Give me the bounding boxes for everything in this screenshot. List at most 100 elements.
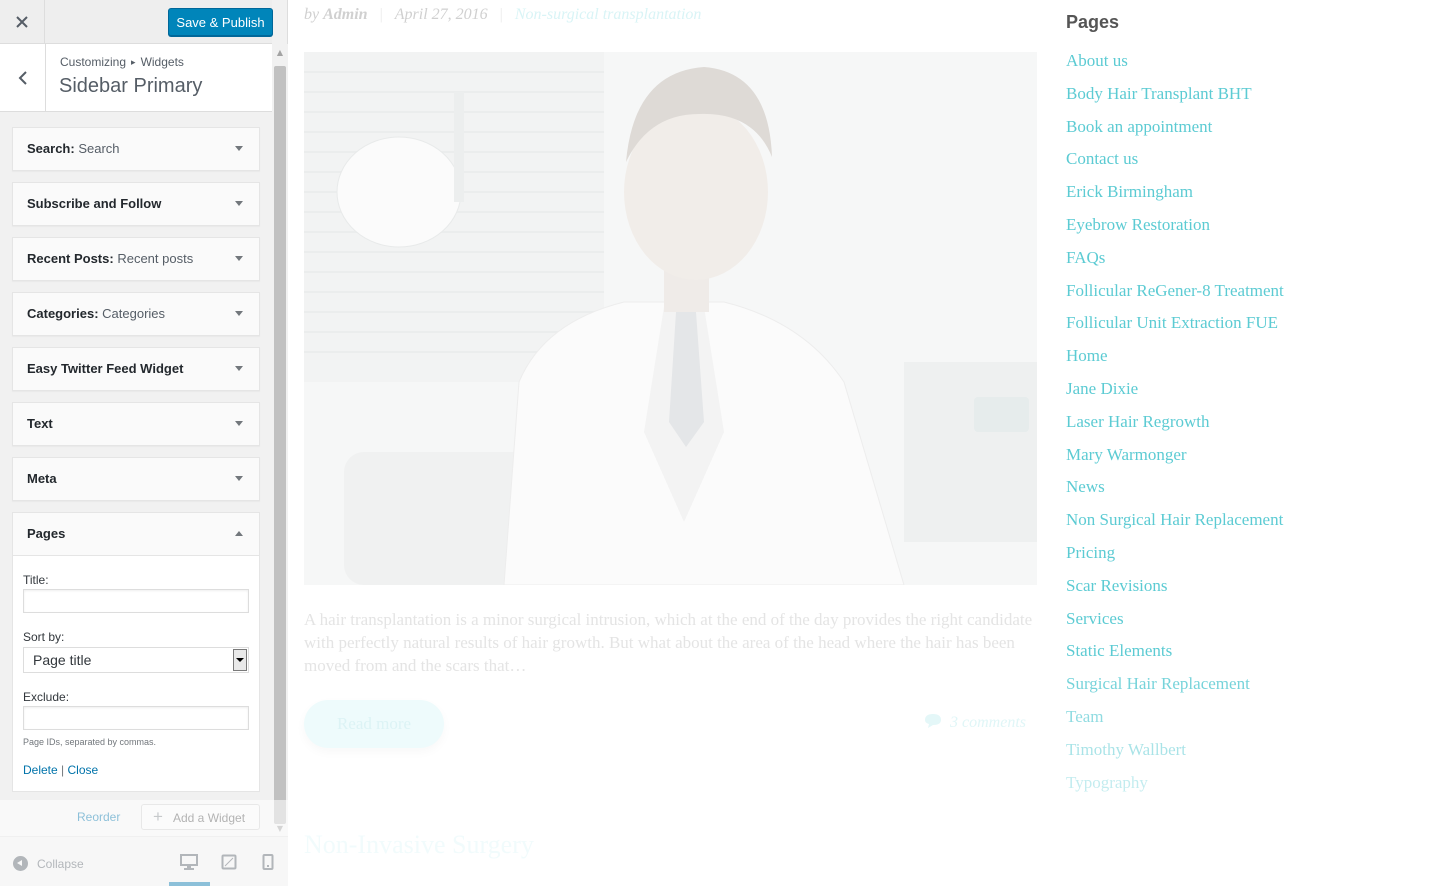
meta-by: by xyxy=(304,6,320,23)
mobile-preview-button[interactable] xyxy=(262,854,282,872)
sort-by-value: Page title xyxy=(33,652,92,668)
add-widget-label: Add a Widget xyxy=(173,811,246,825)
sidebar-page-link[interactable]: Scar Revisions xyxy=(1066,575,1284,608)
post-excerpt: A hair transplantation is a minor surgic… xyxy=(304,610,1033,675)
widget-subtitle: Search xyxy=(78,141,120,156)
panel-scrollbar[interactable]: ▲ ▼ xyxy=(272,44,288,836)
expand-arrow-icon[interactable] xyxy=(235,311,243,316)
reorder-link[interactable]: Reorder xyxy=(77,810,120,824)
scroll-down-arrow[interactable]: ▼ xyxy=(272,820,288,836)
sort-by-label: Sort by: xyxy=(23,630,65,644)
widget-meta[interactable]: Meta xyxy=(12,457,260,501)
widget-search[interactable]: Search: Search xyxy=(12,127,260,171)
sidebar-page-link[interactable]: Body Hair Transplant BHT xyxy=(1066,83,1284,116)
close-customizer-button[interactable] xyxy=(0,0,45,44)
close-link[interactable]: Close xyxy=(68,763,99,777)
next-post-title[interactable]: Non-Invasive Surgery xyxy=(304,830,534,860)
widget-name: Easy Twitter Feed Widget xyxy=(27,361,184,376)
section-title: Sidebar Primary xyxy=(59,75,203,97)
sidebar-page-link[interactable]: Mary Warmonger xyxy=(1066,444,1284,477)
sidebar-page-link[interactable]: Timothy Wallbert xyxy=(1066,739,1284,772)
post-featured-image[interactable] xyxy=(304,52,1037,585)
sidebar-page-link[interactable]: FAQs xyxy=(1066,247,1284,280)
widget-subtitle: Categories xyxy=(102,306,166,321)
dropdown-arrow-icon[interactable] xyxy=(233,649,247,671)
sidebar-page-link[interactable]: Pricing xyxy=(1066,542,1284,575)
sidebar-page-link[interactable]: Follicular Unit Extraction FUE xyxy=(1066,312,1284,345)
sidebar-page-link[interactable]: Surgical Hair Replacement xyxy=(1066,673,1284,706)
comments-link[interactable]: 3 comments xyxy=(924,713,1026,732)
sidebar-pages-title: Pages xyxy=(1066,12,1120,32)
breadcrumb-root: Customizing xyxy=(60,55,127,69)
widget-pages-header[interactable]: Pages xyxy=(13,513,259,556)
sidebar-page-link[interactable]: About us xyxy=(1066,50,1284,83)
scroll-thumb[interactable] xyxy=(274,66,286,824)
desktop-preview-button[interactable] xyxy=(180,854,200,872)
exclude-label: Exclude: xyxy=(23,690,70,704)
close-icon xyxy=(16,16,28,28)
save-publish-button[interactable]: Save & Publish xyxy=(168,8,273,36)
tablet-preview-button[interactable] xyxy=(221,854,241,872)
tablet-icon xyxy=(221,854,237,870)
mobile-icon xyxy=(262,854,274,870)
add-widget-button[interactable]: + Add a Widget xyxy=(141,804,260,830)
comments-count: 3 comments xyxy=(950,714,1026,731)
widget-subtitle: Recent posts xyxy=(117,251,194,266)
sidebar-page-link[interactable]: Eyebrow Restoration xyxy=(1066,214,1284,247)
read-more-button[interactable]: Read more xyxy=(304,700,444,748)
title-input[interactable] xyxy=(23,589,249,613)
expand-arrow-icon[interactable] xyxy=(235,146,243,151)
actions-separator: | xyxy=(61,763,65,777)
collapse-button[interactable]: Collapse xyxy=(13,856,84,871)
sidebar-page-link[interactable]: Book an appointment xyxy=(1066,116,1284,149)
sidebar-page-link[interactable]: Laser Hair Regrowth xyxy=(1066,411,1284,444)
meta-category[interactable]: Non-surgical transplantation xyxy=(515,6,702,23)
sidebar-page-link[interactable]: Follicular ReGener-8 Treatment xyxy=(1066,280,1284,313)
section-header: Customizing ▸ Widgets Sidebar Primary xyxy=(0,44,272,112)
widget-recent-posts[interactable]: Recent Posts: Recent posts xyxy=(12,237,260,281)
meta-author[interactable]: Admin xyxy=(323,6,367,23)
sidebar-page-link[interactable]: Team xyxy=(1066,706,1284,739)
exclude-hint: Page IDs, separated by commas. xyxy=(23,737,157,747)
widget-subscribe-follow[interactable]: Subscribe and Follow xyxy=(12,182,260,226)
breadcrumb-separator: ▸ xyxy=(131,57,136,67)
expand-arrow-icon[interactable] xyxy=(235,421,243,426)
sidebar-page-link[interactable]: Erick Birmingham xyxy=(1066,181,1284,214)
expand-arrow-icon[interactable] xyxy=(235,201,243,206)
widget-easy-twitter-feed[interactable]: Easy Twitter Feed Widget xyxy=(12,347,260,391)
comment-icon xyxy=(925,714,941,728)
customizer-header: Save & Publish xyxy=(0,0,273,44)
breadcrumb: Customizing ▸ Widgets xyxy=(60,55,184,69)
active-device-indicator xyxy=(169,882,210,886)
collapse-arrow-icon[interactable] xyxy=(235,531,243,536)
scroll-up-arrow[interactable]: ▲ xyxy=(272,44,288,60)
sidebar-page-link[interactable]: News xyxy=(1066,476,1284,509)
sidebar-page-link[interactable]: Services xyxy=(1066,608,1284,641)
doctor-photo xyxy=(304,52,1037,585)
sidebar-page-link[interactable]: Jane Dixie xyxy=(1066,378,1284,411)
exclude-input[interactable] xyxy=(23,706,249,730)
customizer-panel: Save & Publish Customizing ▸ Widgets Sideb… xyxy=(0,0,288,886)
title-label: Title: xyxy=(23,573,49,587)
sidebar-page-link[interactable]: Contact us xyxy=(1066,148,1284,181)
widget-name: Recent Posts: xyxy=(27,251,114,266)
widget-categories[interactable]: Categories: Categories xyxy=(12,292,260,336)
site-preview: by Admin | April 27, 2016 | Non-surgical tra… xyxy=(288,0,1433,886)
widget-name: Text xyxy=(27,416,53,431)
expand-arrow-icon[interactable] xyxy=(235,366,243,371)
sort-by-select[interactable]: Page title xyxy=(23,647,249,673)
delete-link[interactable]: Delete xyxy=(23,763,58,777)
back-button[interactable] xyxy=(0,44,46,111)
sidebar-page-link[interactable]: Typography xyxy=(1066,772,1284,805)
expand-arrow-icon[interactable] xyxy=(235,256,243,261)
widget-name: Meta xyxy=(27,471,57,486)
widget-pages-expanded: Pages Title: Sort by: Page title Exclude… xyxy=(12,512,260,792)
widget-actions: Delete | Close xyxy=(23,763,98,777)
sidebar-page-link[interactable]: Static Elements xyxy=(1066,640,1284,673)
widget-text[interactable]: Text xyxy=(12,402,260,446)
sidebar-page-link[interactable]: Non Surgical Hair Replacement xyxy=(1066,509,1284,542)
breadcrumb-current: Widgets xyxy=(140,55,184,69)
expand-arrow-icon[interactable] xyxy=(235,476,243,481)
widget-name: Search: xyxy=(27,141,75,156)
sidebar-page-link[interactable]: Home xyxy=(1066,345,1284,378)
